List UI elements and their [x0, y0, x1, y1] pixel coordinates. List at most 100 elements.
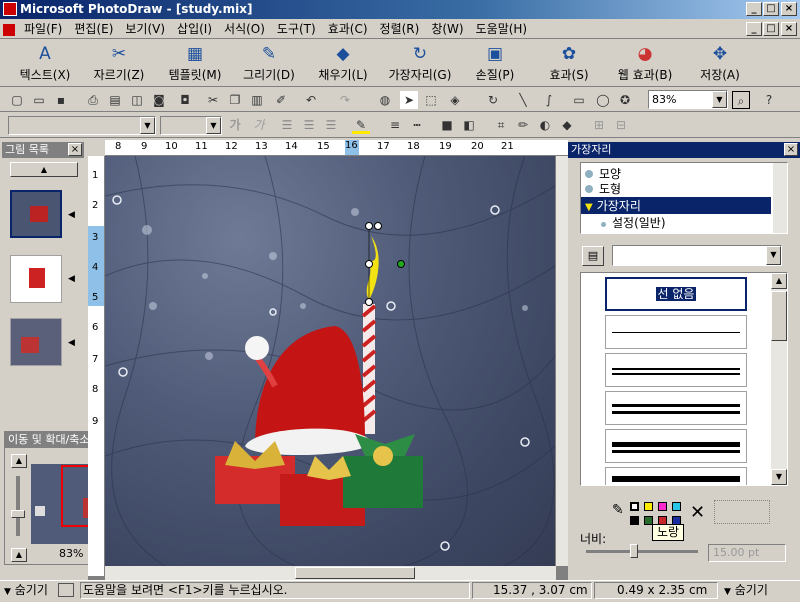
line-style-double[interactable]	[605, 353, 747, 387]
brush-icon[interactable]: ✏	[514, 116, 532, 134]
print-icon[interactable]: ⎙	[84, 91, 102, 109]
thumbnail-2[interactable]	[10, 255, 62, 303]
thumbnail-3[interactable]	[10, 318, 62, 366]
line-tool-icon[interactable]: ╲	[514, 91, 532, 109]
3d-icon[interactable]: ◧	[460, 116, 478, 134]
shadow-icon[interactable]: ■	[438, 116, 456, 134]
help-icon[interactable]: ?	[760, 91, 778, 109]
tree-item-settings[interactable]: 설정(일반)	[581, 214, 787, 231]
template-button[interactable]: ▦ 템플릿(M)	[160, 42, 230, 86]
fill-tool-icon[interactable]: ◈	[446, 91, 464, 109]
crop-tool-icon[interactable]: ⌗	[492, 116, 510, 134]
ungroup-icon[interactable]: ⊟	[612, 116, 630, 134]
select-region-icon[interactable]: ⬚	[422, 91, 440, 109]
style-combo[interactable]: ▼	[612, 245, 782, 266]
chevron-down-icon[interactable]: ▼	[140, 117, 155, 134]
line-style-thick-double[interactable]	[605, 391, 747, 425]
zoom-out-icon[interactable]: ▲	[11, 548, 27, 562]
align-right-icon[interactable]: ☰	[322, 116, 340, 134]
tree-item-edge[interactable]: ▼ 가장자리	[581, 197, 771, 214]
swatch-white[interactable]	[630, 502, 639, 511]
zoom-icon[interactable]: ⌕	[732, 91, 750, 109]
menu-help[interactable]: 도움말(H)	[470, 19, 534, 39]
menu-window[interactable]: 창(W)	[425, 19, 469, 39]
tree-scrollbar[interactable]	[773, 163, 787, 233]
hide-left-button[interactable]: ▼ 숨기기	[4, 581, 48, 602]
chevron-down-icon[interactable]: ▼	[766, 246, 781, 265]
web-icon[interactable]: ◍	[376, 91, 394, 109]
menu-edit[interactable]: 편집(E)	[68, 19, 119, 39]
menu-tools[interactable]: 도구(T)	[271, 19, 322, 39]
zoom-slider-thumb[interactable]	[11, 510, 25, 518]
font-size-combo[interactable]: ▼	[160, 116, 222, 135]
width-slider-track[interactable]	[586, 550, 698, 553]
menu-effects[interactable]: 효과(C)	[322, 19, 374, 39]
panel-toggle-icon[interactable]	[58, 583, 74, 597]
rectangle-tool-icon[interactable]: ▭	[570, 91, 588, 109]
pointer-icon[interactable]: ➤	[400, 91, 418, 109]
document-icon[interactable]	[0, 19, 18, 39]
line-style-none[interactable]: 선 없음	[605, 277, 747, 311]
thumbnail-study[interactable]	[10, 190, 62, 238]
maximize-button[interactable]: □	[763, 2, 779, 16]
shape-tool-icon[interactable]: ✪	[616, 91, 634, 109]
line-style-bold[interactable]	[605, 467, 747, 485]
web-effects-button[interactable]: ◕ 웹 효과(B)	[610, 42, 680, 86]
menu-arrange[interactable]: 정렬(R)	[374, 19, 426, 39]
chevron-down-icon[interactable]: ▼	[712, 91, 727, 108]
swatch-pink[interactable]	[658, 502, 667, 511]
doc-minimize-button[interactable]: _	[746, 22, 762, 36]
close-icon[interactable]: ×	[784, 143, 798, 156]
hscroll-thumb[interactable]	[295, 567, 415, 579]
gallery-icon[interactable]: ▤	[582, 246, 604, 266]
canvas-hscrollbar[interactable]	[105, 566, 556, 580]
bold-icon[interactable]: 가	[226, 116, 244, 134]
format-painter-icon[interactable]: ✐	[272, 91, 290, 109]
swatch-yellow[interactable]	[644, 502, 653, 511]
minimize-button[interactable]: _	[746, 2, 762, 16]
pen-icon[interactable]: ✎	[612, 502, 624, 518]
swatch-cyan[interactable]	[672, 502, 681, 511]
canvas-vscrollbar[interactable]	[556, 156, 568, 566]
contrast-icon[interactable]: ◐	[536, 116, 554, 134]
thumbnail-arrow-icon[interactable]: ◀	[68, 210, 75, 220]
effects-button[interactable]: ✿ 효과(S)	[540, 42, 598, 86]
pen-color-icon[interactable]: ✎	[352, 116, 370, 134]
menu-format[interactable]: 서식(O)	[218, 19, 271, 39]
save-button[interactable]: ✥ 저장(A)	[690, 42, 750, 86]
scan-icon[interactable]: ◫	[128, 91, 146, 109]
group-icon[interactable]: ⊞	[590, 116, 608, 134]
line-style-gallery[interactable]: 선 없음 ▲ ▼	[580, 272, 788, 486]
doc-restore-button[interactable]: □	[763, 22, 779, 36]
cut-icon[interactable]: ✂	[204, 91, 222, 109]
text-button[interactable]: A 텍스트(X)	[14, 42, 76, 86]
hide-right-button[interactable]: ▼ 숨기기	[724, 581, 768, 602]
width-input[interactable]: 15.00 pt	[708, 544, 786, 562]
chevron-down-icon[interactable]: ▼	[206, 117, 221, 134]
color-effects-icon[interactable]: ◆	[558, 116, 576, 134]
zoom-combo[interactable]: 83% ▼	[648, 90, 728, 109]
line-style-heavy[interactable]	[605, 429, 747, 463]
italic-icon[interactable]: 가	[250, 116, 268, 134]
scroll-down-icon[interactable]: ▼	[771, 469, 787, 485]
swatch-black[interactable]	[630, 516, 639, 525]
menu-view[interactable]: 보기(V)	[119, 19, 171, 39]
christmas-photo[interactable]	[104, 155, 556, 567]
undo-icon[interactable]: ↶	[302, 91, 320, 109]
fill-button[interactable]: ◆ 채우기(L)	[312, 42, 374, 86]
curve-tool-icon[interactable]: ∫	[540, 91, 558, 109]
dash-style-icon[interactable]: ┅	[408, 116, 426, 134]
align-center-icon[interactable]: ☰	[300, 116, 318, 134]
gallery-scrollbar[interactable]: ▲ ▼	[771, 273, 787, 485]
thumbnail-arrow-icon[interactable]: ◀	[68, 338, 75, 348]
zoom-in-icon[interactable]: ▲	[11, 454, 27, 468]
camera-icon[interactable]: ◙	[150, 91, 168, 109]
tree-item-shape[interactable]: 모양	[581, 163, 787, 181]
font-combo[interactable]: ▼	[8, 116, 156, 135]
custom-colors[interactable]	[714, 500, 770, 524]
ellipse-tool-icon[interactable]: ◯	[594, 91, 612, 109]
draw-button[interactable]: ✎ 그리기(D)	[238, 42, 300, 86]
copy-icon[interactable]: ❐	[226, 91, 244, 109]
thumbnail-arrow-icon[interactable]: ◀	[68, 274, 75, 284]
no-color-icon[interactable]: ✕	[690, 502, 705, 523]
